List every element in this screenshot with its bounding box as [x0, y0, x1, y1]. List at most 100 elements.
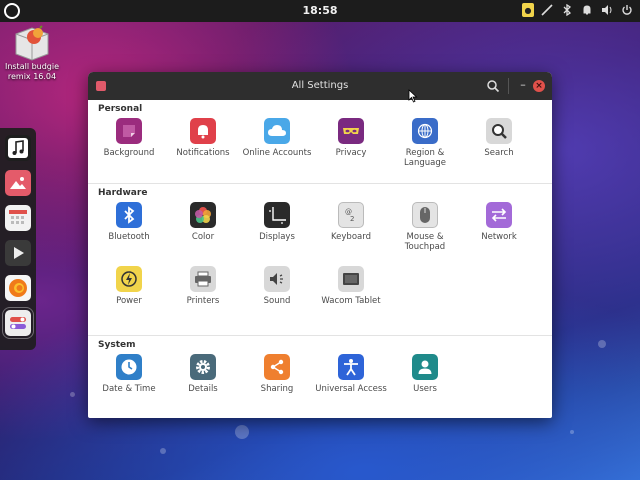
system-tray: ● — [522, 3, 634, 17]
desktop-installer-shortcut[interactable]: Install budgie remix 16.04 — [2, 24, 62, 82]
background-icon — [116, 118, 142, 144]
section-title: Hardware — [98, 188, 148, 198]
setting-privacy[interactable]: Privacy — [314, 118, 388, 168]
photos-icon — [10, 177, 26, 189]
setting-label: Details — [188, 384, 218, 394]
dock — [0, 128, 36, 350]
share-icon — [264, 354, 290, 380]
setting-label: Power — [116, 296, 142, 306]
accessibility-icon — [338, 354, 364, 380]
setting-date-time[interactable]: Date & Time — [92, 354, 166, 394]
users-icon — [412, 354, 438, 380]
bell-tray-icon[interactable] — [580, 3, 594, 17]
notification-badge-icon[interactable]: ● — [522, 3, 534, 17]
displays-icon — [264, 202, 290, 228]
setting-label: Users — [413, 384, 437, 394]
bell-icon — [190, 118, 216, 144]
setting-search[interactable]: Search — [462, 118, 536, 168]
setting-printers[interactable]: Printers — [166, 266, 240, 306]
setting-online-accounts[interactable]: Online Accounts — [240, 118, 314, 168]
bluetooth-tray-icon[interactable] — [560, 3, 574, 17]
setting-label: Mouse & Touchpad — [404, 232, 446, 252]
power-icon — [116, 266, 142, 292]
section-hardware: Hardware Bluetooth Color Displays @ 2 Ke… — [88, 184, 552, 336]
setting-sound[interactable]: Sound — [240, 266, 314, 306]
setting-keyboard[interactable]: @2 Keyboard — [314, 202, 388, 258]
setting-label: Keyboard — [331, 232, 371, 242]
dock-firefox[interactable] — [5, 275, 31, 301]
dock-settings[interactable] — [2, 307, 34, 339]
setting-universal-access[interactable]: Universal Access — [314, 354, 388, 394]
printer-icon — [190, 266, 216, 292]
section-grid: Bluetooth Color Displays @2 Keyboard Mou… — [92, 202, 536, 306]
setting-label: Displays — [259, 232, 295, 242]
wallpaper-sparkle — [160, 448, 166, 454]
window-title: All Settings — [291, 80, 349, 91]
setting-mouse-touchpad[interactable]: Mouse & Touchpad — [388, 202, 462, 258]
music-icon — [8, 138, 28, 158]
wallpaper-sparkle — [235, 425, 249, 439]
close-button[interactable]: × — [533, 80, 545, 92]
minimize-button[interactable]: – — [516, 78, 530, 92]
desktop-icon-label: Install budgie remix 16.04 — [4, 62, 60, 81]
mouse-icon — [412, 202, 438, 228]
keyboard-icon: @2 — [338, 202, 364, 228]
globe-icon — [412, 118, 438, 144]
dock-video[interactable] — [5, 240, 31, 266]
setting-bluetooth[interactable]: Bluetooth — [92, 202, 166, 258]
calendar-icon — [9, 210, 27, 224]
magnifier-icon — [486, 118, 512, 144]
setting-network[interactable]: Network — [462, 202, 536, 258]
volume-tray-icon[interactable] — [600, 3, 614, 17]
dock-music[interactable] — [5, 135, 31, 161]
window-titlebar[interactable]: All Settings – × — [88, 72, 552, 100]
setting-notifications[interactable]: Notifications — [166, 118, 240, 168]
section-system: System Date & Time Details Sharing Unive… — [88, 336, 552, 418]
setting-label: Privacy — [335, 148, 367, 158]
setting-users[interactable]: Users — [388, 354, 462, 394]
section-grid: Background Notifications Online Accounts… — [92, 118, 536, 168]
mouse-pointer-icon — [408, 89, 418, 103]
setting-region-language[interactable]: Region & Language — [388, 118, 462, 168]
gear-icon — [190, 354, 216, 380]
setting-label: Sharing — [260, 384, 294, 394]
video-icon — [14, 247, 24, 259]
dock-photos[interactable] — [5, 170, 31, 196]
setting-wacom-tablet[interactable]: Wacom Tablet — [314, 266, 388, 306]
wallpaper-sparkle — [570, 430, 574, 434]
installer-icon — [15, 25, 49, 61]
cloud-icon — [264, 118, 290, 144]
firefox-icon — [9, 279, 27, 297]
network-icon — [486, 202, 512, 228]
setting-label: Date & Time — [102, 384, 156, 394]
wallpaper-sparkle — [70, 392, 75, 397]
power-tray-icon[interactable] — [620, 3, 634, 17]
setting-label: Region & Language — [404, 148, 446, 168]
setting-background[interactable]: Background — [92, 118, 166, 168]
setting-label: Printers — [186, 296, 220, 306]
setting-details[interactable]: Details — [166, 354, 240, 394]
setting-label: Search — [484, 148, 514, 158]
setting-label: Wacom Tablet — [321, 296, 381, 306]
section-grid: Date & Time Details Sharing Universal Ac… — [92, 354, 536, 394]
setting-label: Network — [481, 232, 517, 242]
dock-calendar[interactable] — [5, 205, 31, 231]
setting-color[interactable]: Color — [166, 202, 240, 258]
search-icon[interactable] — [486, 79, 500, 93]
settings-window: All Settings – × Personal Background Not… — [88, 72, 552, 418]
setting-label: Universal Access — [315, 384, 387, 394]
network-tray-icon[interactable] — [540, 3, 554, 17]
setting-label: Notifications — [176, 148, 230, 158]
setting-displays[interactable]: Displays — [240, 202, 314, 258]
setting-label: Online Accounts — [242, 148, 312, 158]
mask-icon — [338, 118, 364, 144]
speaker-icon — [264, 266, 290, 292]
setting-label: Bluetooth — [108, 232, 150, 242]
section-title: Personal — [98, 104, 143, 114]
setting-power[interactable]: Power — [92, 266, 166, 306]
setting-sharing[interactable]: Sharing — [240, 354, 314, 394]
settings-icon — [10, 317, 26, 329]
section-title: System — [98, 340, 136, 350]
wallpaper-sparkle — [598, 340, 606, 348]
clock-icon — [116, 354, 142, 380]
